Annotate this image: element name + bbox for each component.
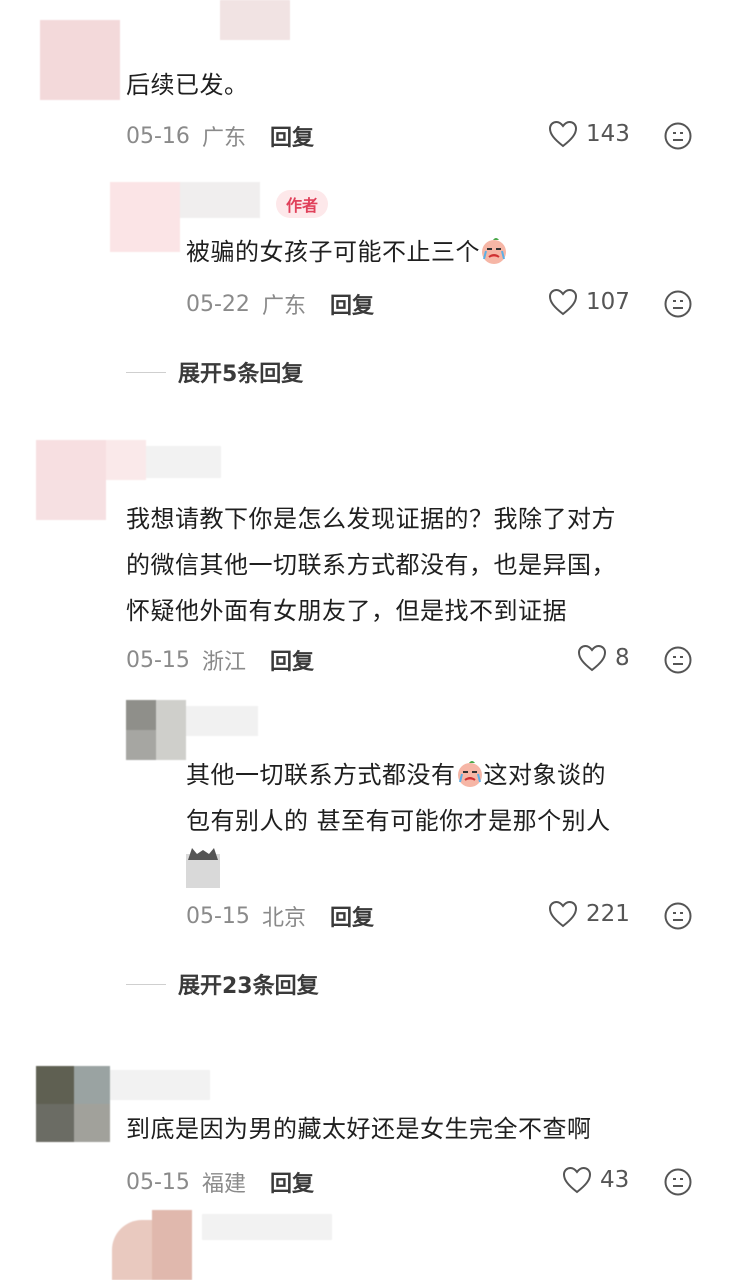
- reply-text-part: 这对象谈的: [483, 761, 606, 789]
- comment-meta: 05-15 福建 回复: [126, 1166, 314, 1198]
- expand-replies-button[interactable]: 展开5条回复: [126, 356, 303, 388]
- comment-text: 到底是因为男的藏太好还是女生完全不查啊: [126, 1115, 592, 1143]
- comment-date: 05-15: [186, 903, 250, 929]
- heart-outline-icon: [548, 288, 578, 316]
- comment-text: 后续已发。: [126, 71, 249, 99]
- divider: [126, 983, 166, 985]
- like-count: 107: [586, 289, 630, 315]
- heart-outline-icon: [548, 120, 578, 148]
- comment-line: 我想请教下你是怎么发现证据的？我除了对方: [126, 505, 616, 533]
- comment-location: 广东: [201, 126, 246, 151]
- like-button[interactable]: 8: [577, 644, 630, 672]
- expand-replies-button[interactable]: 展开23条回复: [126, 968, 319, 1000]
- reply-button[interactable]: 回复: [330, 900, 374, 932]
- reply-button[interactable]: 回复: [270, 644, 314, 676]
- attached-image-thumbnail[interactable]: [186, 844, 220, 888]
- comment-line: 怀疑他外面有女朋友了，但是找不到证据: [126, 597, 567, 625]
- comment-location: 福建: [201, 1172, 246, 1197]
- author-badge: 作者: [276, 190, 329, 218]
- neutral-face-icon[interactable]: [664, 1168, 692, 1196]
- reply-button[interactable]: 回复: [270, 120, 314, 152]
- reply-line: 其他一切联系方式都没有 这对象谈的: [186, 752, 611, 798]
- reply-text: 其他一切联系方式都没有 这对象谈的 包有别人的 甚至有可能你才是那个别人: [186, 752, 611, 844]
- neutral-face-icon[interactable]: [664, 290, 692, 318]
- like-count: 143: [586, 121, 630, 147]
- neutral-face-icon[interactable]: [664, 902, 692, 930]
- comment-meta: 05-15 北京 回复: [186, 900, 374, 932]
- heart-outline-icon: [548, 900, 578, 928]
- like-button[interactable]: 221: [548, 900, 630, 928]
- like-button[interactable]: 43: [562, 1166, 629, 1194]
- reply-button[interactable]: 回复: [330, 288, 374, 320]
- heart-outline-icon: [562, 1166, 592, 1194]
- comment-date: 05-15: [126, 1169, 190, 1195]
- comment-meta: 05-16 广东 回复: [126, 120, 314, 152]
- comment-location: 浙江: [201, 650, 246, 675]
- expand-replies-label: 展开5条回复: [178, 362, 304, 387]
- avatar-next[interactable]: [112, 1210, 342, 1280]
- divider: [126, 371, 166, 373]
- reply-text: 被骗的女孩子可能不止三个: [186, 231, 508, 273]
- like-button[interactable]: 143: [548, 120, 630, 148]
- comment-line: 的微信其他一切联系方式都没有，也是异国，: [126, 551, 616, 579]
- crying-face-emoji: [457, 761, 482, 787]
- reply-text-content: 被骗的女孩子可能不止三个: [186, 238, 480, 266]
- comment-location: 广东: [261, 294, 306, 319]
- comment-text: 我想请教下你是怎么发现证据的？我除了对方 的微信其他一切联系方式都没有，也是异国…: [126, 496, 616, 634]
- reply-line: 包有别人的 甚至有可能你才是那个别人: [186, 807, 611, 835]
- comment-location: 北京: [261, 906, 306, 931]
- comment-meta: 05-15 浙江 回复: [126, 644, 314, 676]
- heart-outline-icon: [577, 644, 607, 672]
- expand-replies-label: 展开23条回复: [178, 974, 319, 999]
- comment-date: 05-15: [126, 647, 190, 673]
- avatar-c1[interactable]: [40, 0, 290, 100]
- neutral-face-icon[interactable]: [664, 646, 692, 674]
- comment-meta: 05-22 广东 回复: [186, 288, 374, 320]
- crying-face-emoji: [482, 238, 506, 264]
- like-count: 221: [586, 901, 630, 927]
- reply-text-part: 其他一切联系方式都没有: [186, 761, 456, 789]
- like-count: 43: [600, 1167, 630, 1193]
- comment-date: 05-16: [126, 123, 190, 149]
- like-count: 8: [615, 645, 630, 671]
- avatar-c2-reply[interactable]: [118, 700, 268, 760]
- comment-date: 05-22: [186, 291, 250, 317]
- neutral-face-icon[interactable]: [664, 122, 692, 150]
- like-button[interactable]: 107: [548, 288, 630, 316]
- reply-button[interactable]: 回复: [270, 1166, 314, 1198]
